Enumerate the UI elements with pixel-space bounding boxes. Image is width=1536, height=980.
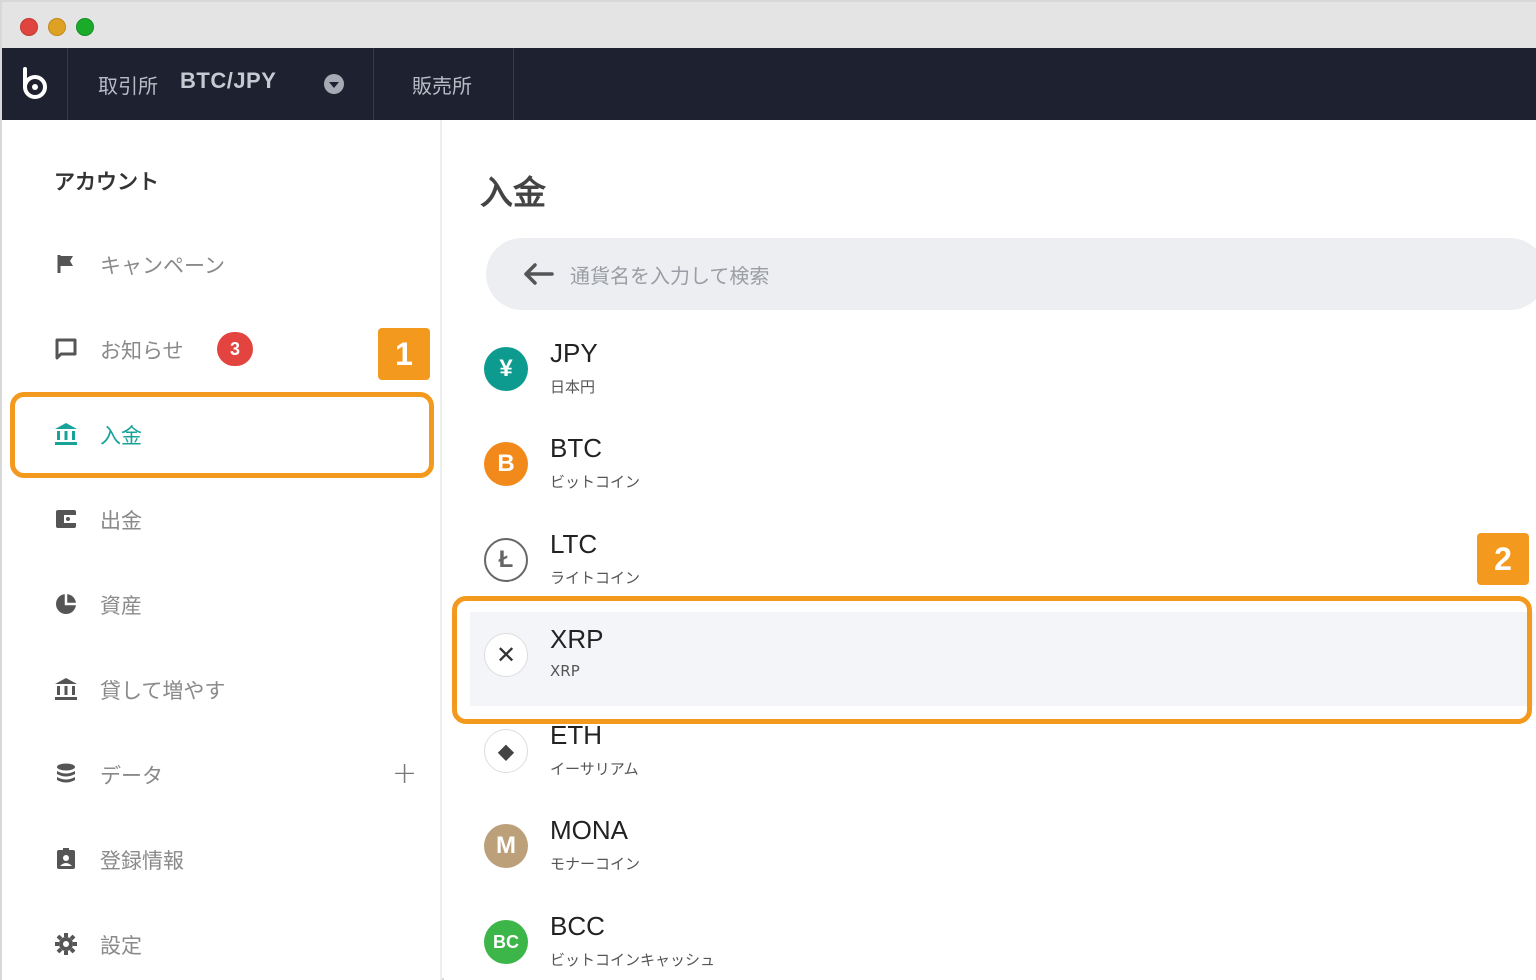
arrow-left-icon[interactable]: [522, 262, 554, 286]
store-label: 販売所: [412, 74, 472, 98]
wallet-icon: [56, 510, 76, 528]
monacoin-icon: M: [484, 824, 528, 868]
sidebar-item-assets[interactable]: 資産: [32, 574, 432, 634]
coin-name: モナーコイン: [550, 855, 641, 873]
minimize-window-button[interactable]: [48, 18, 66, 36]
sidebar-item-label: 設定: [100, 934, 142, 958]
pie-chart-icon: [56, 594, 76, 614]
coin-symbol: ETH: [550, 720, 602, 750]
id-badge-icon: [57, 848, 75, 869]
exchange-label: 取引所: [98, 74, 158, 98]
coin-symbol: BCC: [550, 911, 605, 941]
coin-symbol: JPY: [550, 338, 598, 368]
chevron-down-icon[interactable]: [324, 74, 344, 94]
coin-name: ビットコインキャッシュ: [550, 951, 716, 969]
page-title: 入金: [480, 173, 546, 212]
logo-icon[interactable]: [2, 48, 68, 120]
coin-name: イーサリアム: [550, 760, 639, 778]
ethereum-icon: ◆: [484, 729, 528, 773]
sidebar-item-news[interactable]: お知らせ 3: [32, 319, 432, 379]
top-navigation: 取引所 BTC/JPY 販売所: [2, 48, 1536, 120]
yen-coin-icon: ¥: [484, 347, 528, 391]
sidebar-item-data[interactable]: データ +: [32, 744, 432, 804]
coin-row-btc[interactable]: B BTC ビットコイン: [470, 421, 1534, 515]
sidebar-item-label: 貸して増やす: [100, 679, 226, 703]
sidebar-item-settings[interactable]: 設定: [32, 914, 432, 974]
title-bar: [2, 2, 1536, 50]
currency-search-input[interactable]: 通貨名を入力して検索: [486, 238, 1536, 310]
database-icon: [57, 763, 75, 783]
exchange-pair: BTC/JPY: [180, 68, 277, 93]
sidebar-title: アカウント: [54, 170, 159, 194]
message-icon: [55, 338, 77, 360]
exchange-selector[interactable]: 取引所 BTC/JPY: [68, 48, 374, 120]
highlight-box-xrp: [452, 596, 1532, 724]
store-tab[interactable]: 販売所: [374, 48, 514, 120]
sidebar-item-lending[interactable]: 貸して増やす: [32, 659, 432, 719]
coin-name: ビットコイン: [550, 473, 641, 491]
sidebar-item-withdraw[interactable]: 出金: [32, 489, 432, 549]
bitcoin-icon: B: [484, 442, 528, 486]
step-number-2: 2: [1477, 533, 1529, 585]
coin-symbol: LTC: [550, 529, 598, 559]
coin-name: ライトコイン: [550, 569, 641, 587]
coin-name: 日本円: [550, 378, 596, 396]
bank-icon: [55, 678, 77, 700]
sidebar-item-label: 資産: [100, 594, 142, 618]
close-window-button[interactable]: [20, 18, 38, 36]
sidebar-item-profile[interactable]: 登録情報: [32, 829, 432, 889]
coin-row-jpy[interactable]: ¥ JPY 日本円: [470, 326, 1534, 420]
sidebar-item-label: 登録情報: [100, 849, 184, 873]
bitcoin-cash-icon: BC: [484, 920, 528, 964]
coin-symbol: MONA: [550, 815, 628, 845]
search-placeholder: 通貨名を入力して検索: [570, 264, 770, 288]
coin-row-mona[interactable]: M MONA モナーコイン: [470, 803, 1534, 897]
expand-plus-icon[interactable]: +: [392, 756, 417, 791]
litecoin-icon: Ł: [484, 538, 528, 582]
coin-symbol: BTC: [550, 433, 602, 463]
sidebar-item-label: お知らせ: [100, 339, 184, 363]
sidebar-item-label: キャンペーン: [100, 254, 225, 278]
sidebar-item-label: 出金: [100, 509, 142, 533]
sidebar-item-campaign[interactable]: キャンペーン: [32, 234, 432, 294]
highlight-box-deposit: [10, 392, 434, 478]
notification-badge: 3: [217, 332, 253, 366]
main-content: 入金 通貨名を入力して検索 ¥ JPY 日本円 B BTC ビットコイン Ł L…: [444, 120, 1536, 980]
gear-icon: [55, 933, 77, 955]
step-number-1: 1: [378, 328, 430, 380]
sidebar: アカウント キャンペーン お知らせ 3 入金 出金 資産 貸して増やす データ …: [2, 120, 442, 980]
flag-icon: [57, 255, 73, 273]
sidebar-item-label: データ: [100, 764, 163, 788]
coin-row-bcc[interactable]: BC BCC ビットコインキャッシュ: [470, 899, 1534, 980]
maximize-window-button[interactable]: [76, 18, 94, 36]
